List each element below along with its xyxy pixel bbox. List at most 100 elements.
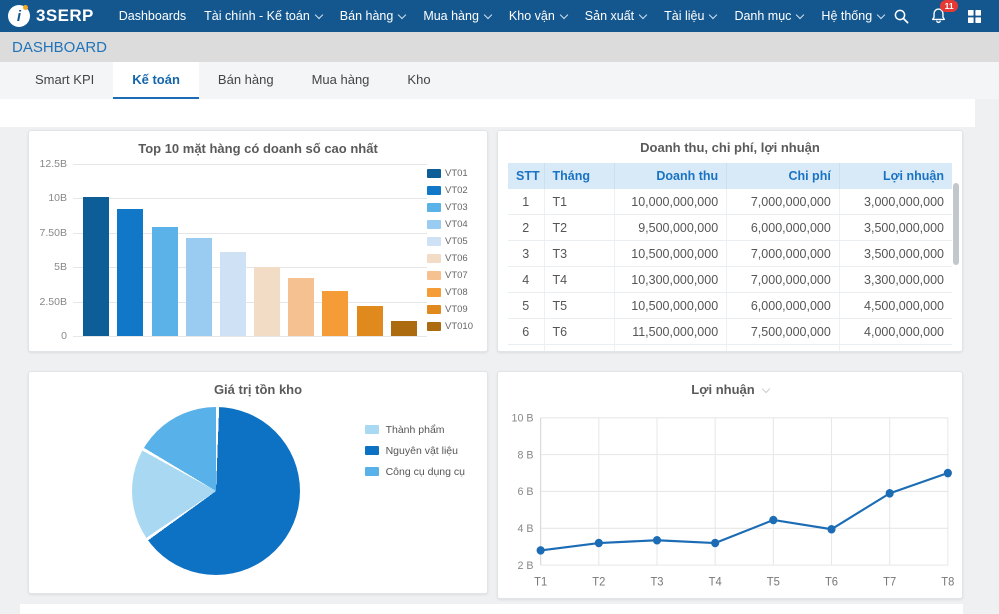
line-x-tick-label: T3 xyxy=(650,576,663,588)
menu-item-kho-van[interactable]: Kho vận xyxy=(500,0,576,32)
column-header-thang[interactable]: Tháng xyxy=(544,163,614,189)
menu-item-san-xuat[interactable]: Sản xuất xyxy=(576,0,655,32)
bar-gridline xyxy=(73,336,427,337)
table-scrollbar-thumb[interactable] xyxy=(953,183,959,265)
legend-swatch xyxy=(427,322,441,331)
column-header-loi-nhuan[interactable]: Lợi nhuận xyxy=(839,163,952,189)
menu-item-label: Tài chính - Kế toán xyxy=(204,9,310,23)
table-cell: 6,000,000,000 xyxy=(727,215,840,241)
table-cell xyxy=(544,345,614,353)
legend-swatch xyxy=(365,467,379,476)
legend-label: VT09 xyxy=(445,304,468,315)
bar-vt05 xyxy=(220,252,246,336)
filter-strip xyxy=(0,99,975,127)
table-row: 1T110,000,000,0007,000,000,0003,000,000,… xyxy=(508,189,952,215)
brand[interactable]: i 3SERP xyxy=(8,5,94,27)
legend-item-nguyen-vat-lieu: Nguyên vật liệu xyxy=(365,440,465,461)
legend-label: VT02 xyxy=(445,185,468,196)
legend-label: Nguyên vật liệu xyxy=(386,445,458,457)
tab-kho[interactable]: Kho xyxy=(388,62,449,99)
legend-swatch xyxy=(427,254,441,263)
legend-swatch xyxy=(427,169,441,178)
menu-item-label: Danh mục xyxy=(734,9,791,23)
menu-item-mua-hang[interactable]: Mua hàng xyxy=(414,0,500,32)
legend-swatch xyxy=(365,446,379,455)
column-header-doanh-thu[interactable]: Doanh thu xyxy=(614,163,727,189)
menu-item-danh-muc[interactable]: Danh mục xyxy=(725,0,812,32)
table-row: 6T611,500,000,0007,500,000,0004,000,000,… xyxy=(508,319,952,345)
chevron-down-icon xyxy=(398,10,406,18)
table-row: 3T310,500,000,0007,000,000,0003,500,000,… xyxy=(508,241,952,267)
table-cell: T2 xyxy=(544,215,614,241)
tab-ke-toan[interactable]: Kế toán xyxy=(113,62,199,99)
menu-item-label: Mua hàng xyxy=(423,9,479,23)
table-cell xyxy=(508,345,544,353)
table-header: STTThángDoanh thuChi phíLợi nhuận xyxy=(508,163,952,189)
main-menu: Dashboards Tài chính - Kế toán Bán hàng Mua… xyxy=(110,0,893,32)
column-header-stt[interactable]: STT xyxy=(508,163,544,189)
dashboard-content: Top 10 mặt hàng có doanh số cao nhất 12.… xyxy=(0,99,999,614)
menu-item-ban-hang[interactable]: Bán hàng xyxy=(331,0,415,32)
table-cell: 9,500,000,000 xyxy=(614,215,727,241)
legend-swatch xyxy=(427,271,441,280)
notifications-bell-icon[interactable]: 11 xyxy=(930,7,947,25)
line-y-tick-label: 6 B xyxy=(517,486,533,498)
legend-swatch xyxy=(427,220,441,229)
bar-vt04 xyxy=(186,238,212,336)
table-cell: 5 xyxy=(508,293,544,319)
bar-vt010 xyxy=(391,321,417,336)
menu-item-label: Tài liệu xyxy=(664,9,704,23)
legend-swatch xyxy=(427,203,441,212)
legend-label: VT01 xyxy=(445,168,468,179)
legend-swatch xyxy=(427,305,441,314)
menu-item-tai-chinh-ke-toan[interactable]: Tài chính - Kế toán xyxy=(195,0,331,32)
tab-ban-hang[interactable]: Bán hàng xyxy=(199,62,293,99)
menu-item-label: Bán hàng xyxy=(340,9,394,23)
line-data-point-t5 xyxy=(769,516,777,525)
legend-label: VT07 xyxy=(445,270,468,281)
column-header-chi-phi[interactable]: Chi phí xyxy=(727,163,840,189)
legend-item-vt07: VT07 xyxy=(427,267,479,284)
search-icon[interactable] xyxy=(893,8,910,25)
tab-mua-hang[interactable]: Mua hàng xyxy=(293,62,389,99)
bar-chart-title: Top 10 mặt hàng có doanh số cao nhất xyxy=(37,141,479,156)
table-cell: 1 xyxy=(508,189,544,215)
menu-item-tai-lieu[interactable]: Tài liệu xyxy=(655,0,725,32)
notification-count-badge: 11 xyxy=(940,0,958,12)
legend-item-vt09: VT09 xyxy=(427,301,479,318)
legend-label: VT04 xyxy=(445,219,468,230)
legend-item-cong-cu-dung-cu: Công cụ dụng cụ xyxy=(365,461,465,482)
chevron-down-icon xyxy=(315,10,323,18)
table-cell: 2 xyxy=(508,215,544,241)
legend-item-vt02: VT02 xyxy=(427,182,479,199)
table-row: 5T510,500,000,0006,000,000,0004,500,000,… xyxy=(508,293,952,319)
chevron-down-icon xyxy=(484,10,492,18)
table-cell: 3 xyxy=(508,241,544,267)
tab-smart-kpi[interactable]: Smart KPI xyxy=(16,62,113,99)
line-data-point-t6 xyxy=(827,525,835,534)
legend-label: VT08 xyxy=(445,287,468,298)
menu-item-label: Dashboards xyxy=(119,9,186,23)
dashboard-tabs: Smart KPIKế toánBán hàngMua hàngKho xyxy=(0,62,999,99)
line-data-point-t8 xyxy=(944,469,952,478)
bar-vt03 xyxy=(152,227,178,336)
menu-item-label: Hệ thống xyxy=(821,9,872,23)
chevron-down-icon xyxy=(560,10,568,18)
menu-item-dashboards[interactable]: Dashboards xyxy=(110,0,195,32)
bar-y-tick-label: 10B xyxy=(48,192,67,204)
table-cell xyxy=(839,345,952,353)
table-title: Doanh thu, chi phí, lợi nhuận xyxy=(508,140,952,155)
line-chart-title: Lợi nhuận xyxy=(691,382,754,397)
legend-item-vt05: VT05 xyxy=(427,233,479,250)
line-data-point-t7 xyxy=(886,489,894,498)
pie-chart xyxy=(132,407,300,575)
legend-item-vt03: VT03 xyxy=(427,199,479,216)
table-cell: T3 xyxy=(544,241,614,267)
line-y-tick-label: 10 B xyxy=(512,412,534,424)
apps-grid-icon[interactable] xyxy=(967,9,982,24)
line-data-point-t2 xyxy=(595,539,603,548)
legend-swatch xyxy=(427,288,441,297)
menu-item-he-thong[interactable]: Hệ thống xyxy=(812,0,893,32)
table-cell: 4,500,000,000 xyxy=(839,293,952,319)
table-cell: 10,500,000,000 xyxy=(614,293,727,319)
